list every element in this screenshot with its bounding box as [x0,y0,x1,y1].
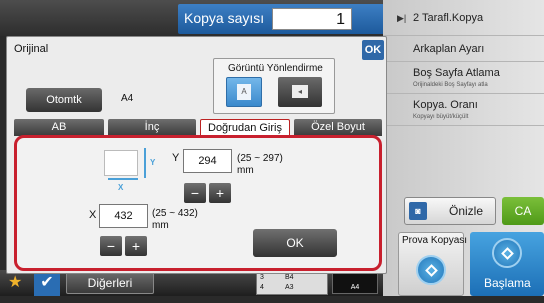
tray-4-num: 4 [260,284,264,291]
landscape-page-icon: ◂ [292,85,308,98]
proof-copy-button[interactable]: Prova Kopyası [398,232,468,296]
menu-item-background-label: Arkaplan Ayarı [413,43,485,55]
proof-copy-label: Prova Kopyası [402,235,468,246]
menu-item-ratio-sub: Kopyayı büyüt/küçült [413,114,469,120]
y-input[interactable]: 294 [183,149,232,173]
tab-custom-size[interactable]: Özel Boyut [294,119,382,136]
orientation-landscape-button[interactable]: ◂ [278,77,322,107]
copies-label: Kopya sayısı [184,10,265,26]
y-increment-button[interactable]: + [209,183,231,203]
height-arrow-icon [144,148,146,178]
tab-direct-entry[interactable]: Doğrudan Giriş [200,119,290,136]
proof-start-icon [416,255,446,285]
preview-icon: ◙ [409,202,427,220]
preview-label: Önizle [449,204,484,218]
x-label: X [89,209,97,221]
menu-item-blank-skip[interactable]: Boş Sayfa Atlama Orijinaldeki Boş Sayfay… [383,62,544,94]
y-decrement-button[interactable]: − [184,183,206,203]
auto-button[interactable]: Otomtk [26,88,102,112]
tab-inch[interactable]: İnç [108,119,196,136]
menu-item-ratio-label: Kopya. Oranı [413,99,478,111]
y-label: Y [172,152,180,164]
copies-input[interactable]: 1 [272,8,352,30]
auto-size-value: A4 [121,93,134,104]
menu-item-blank-skip-label: Boş Sayfa Atlama [413,67,500,79]
x-input[interactable]: 432 [99,204,148,228]
paper-trays[interactable]: 3 B4 4 A3 [256,271,328,295]
start-button[interactable]: Başlama [470,232,544,296]
copies-display: Kopya sayısı 1 [178,4,384,34]
x-unit: mm [152,220,169,231]
dialog-ok-button[interactable]: OK [362,40,384,60]
dialog-title: Orijinal [14,43,49,55]
paper-size-icon [104,150,138,176]
portrait-page-icon: A [237,84,251,100]
x-increment-button[interactable]: + [125,236,147,256]
menu-item-duplex[interactable]: ▶| 2 Tarafl.Kopya [383,0,544,36]
tray-3-size: B4 [285,274,294,281]
height-arrow-label: Y [150,158,156,167]
ca-button[interactable]: CA [502,197,544,225]
start-icon [492,238,522,268]
width-arrow-icon [108,178,138,180]
y-unit: mm [237,165,254,176]
confirm-ok-button[interactable]: OK [253,229,337,257]
menu-item-blank-skip-sub: Orijinaldeki Boş Sayfayı atla [413,82,488,88]
orientation-portrait-button[interactable]: A [226,77,262,107]
width-arrow-label: X [118,183,124,192]
others-button[interactable]: Diğerleri [66,272,154,294]
y-range: (25 ~ 297) [237,153,283,164]
menu-item-duplex-label: 2 Tarafl.Kopya [413,12,484,24]
tray-4-size: A3 [285,284,294,291]
tray-a4[interactable]: A4 [332,272,378,294]
star-icon[interactable]: ★ [8,272,22,292]
start-label: Başlama [484,276,531,290]
menu-item-ratio[interactable]: Kopya. Oranı Kopyayı büyüt/küçült [383,94,544,126]
size-tabs: AB İnç Doğrudan Giriş Özel Boyut [14,119,382,136]
orientation-group: Görüntü Yönlendirme A ◂ [213,58,335,114]
tray-3-num: 3 [260,274,264,281]
tab-ab[interactable]: AB [14,119,104,136]
x-range: (25 ~ 432) [152,208,198,219]
preview-button[interactable]: ◙ Önizle [404,197,496,225]
menu-item-background[interactable]: Arkaplan Ayarı [383,36,544,62]
orientation-label: Görüntü Yönlendirme [228,63,323,74]
chevron-right-icon: ▶| [397,13,407,23]
x-decrement-button[interactable]: − [100,236,122,256]
